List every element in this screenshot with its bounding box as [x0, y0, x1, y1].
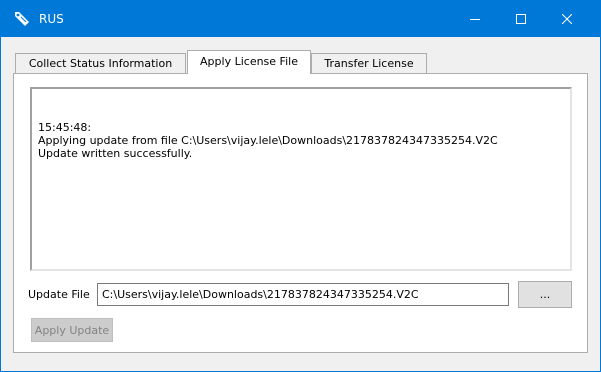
tab-apply-license-file[interactable]: Apply License File [187, 50, 311, 74]
log-output[interactable]: 15:45:48: Applying update from file C:\U… [30, 87, 572, 271]
close-button[interactable] [544, 1, 590, 37]
browse-button[interactable]: ... [518, 281, 572, 308]
maximize-icon [516, 14, 526, 24]
update-file-label: Update File [28, 288, 90, 301]
title-bar[interactable]: RUS [1, 1, 600, 37]
window-title: RUS [39, 12, 64, 26]
rus-window: RUS Collect Status Information Apply Lic… [0, 0, 601, 372]
log-line: 15:45:48: [38, 121, 92, 134]
key-tag-icon [13, 10, 31, 28]
log-line: Applying update from file C:\Users\vijay… [38, 134, 498, 147]
apply-update-button[interactable]: Apply Update [31, 318, 113, 342]
tab-transfer-license[interactable]: Transfer License [311, 53, 427, 74]
log-line: Update written successfully. [38, 147, 193, 160]
close-icon [562, 14, 572, 24]
tab-collect-status-information[interactable]: Collect Status Information [15, 53, 186, 74]
minimize-icon [470, 19, 480, 20]
apply-license-panel: 15:45:48: Applying update from file C:\U… [13, 73, 588, 353]
tab-strip: Collect Status Information Apply License… [13, 49, 588, 74]
update-file-input[interactable] [97, 283, 509, 306]
maximize-button[interactable] [498, 1, 544, 37]
minimize-button[interactable] [452, 1, 498, 37]
